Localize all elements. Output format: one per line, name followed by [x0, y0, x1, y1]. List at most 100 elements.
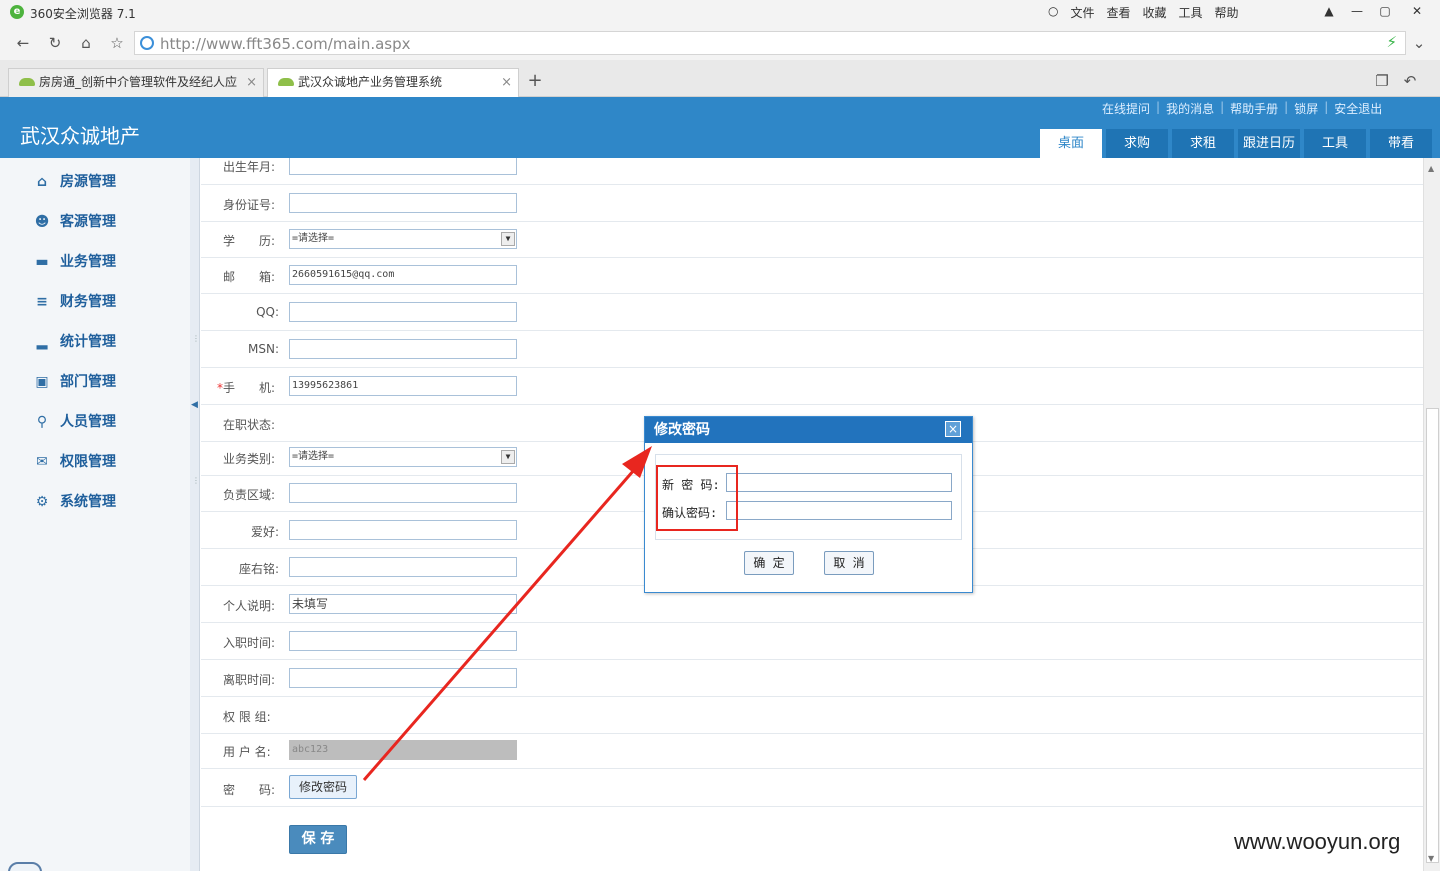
scrollbar[interactable]: ▲ ▼: [1423, 158, 1440, 871]
email-field[interactable]: 2660591615@qq.com: [289, 265, 517, 285]
sidebar-item-statistics[interactable]: ▂ 统计管理: [30, 331, 116, 353]
save-button[interactable]: 保 存: [289, 825, 347, 854]
maximize-button[interactable]: ▢: [1372, 0, 1398, 22]
msn-field[interactable]: [289, 339, 517, 359]
sidebar-item-listings[interactable]: ⌂ 房源管理: [30, 171, 116, 193]
back-icon[interactable]: ←: [12, 32, 34, 54]
motto-field[interactable]: [289, 557, 517, 577]
user-icon[interactable]: ○: [1048, 4, 1058, 21]
link-online-question[interactable]: 在线提问: [1096, 100, 1156, 117]
browser-tab-1[interactable]: 房房通_创新中介管理软件及经纪人应 ×: [8, 68, 264, 97]
browser-tab-2[interactable]: 武汉众诚地产业务管理系统 ×: [267, 68, 519, 98]
field-label: 身份证号:: [223, 198, 276, 212]
brand-title: 武汉众诚地产: [20, 124, 140, 148]
region-field[interactable]: [289, 483, 517, 503]
qq-field[interactable]: [289, 302, 517, 322]
app-header: 武汉众诚地产 在线提问 | 我的消息 | 帮助手册 | 锁屏 | 安全退出 桌面 求购 …: [0, 97, 1440, 158]
restore-tabs-icon[interactable]: ❐: [1372, 72, 1392, 92]
tab-purchase[interactable]: 求购: [1106, 129, 1168, 158]
star-icon[interactable]: ☆: [106, 32, 128, 54]
link-lock-screen[interactable]: 锁屏: [1288, 100, 1324, 117]
description-field[interactable]: 未填写: [289, 594, 517, 614]
sidebar-item-clients[interactable]: ☻ 客源管理: [30, 211, 116, 233]
form-row: 学 历: =请选择= ▼: [201, 221, 1423, 258]
watermark: www.wooyun.org: [1234, 829, 1401, 854]
chat-icon: ✉: [36, 454, 48, 470]
scrollbar-thumb[interactable]: [1426, 408, 1439, 863]
refresh-icon[interactable]: ↻: [44, 32, 66, 54]
business-type-select[interactable]: =请选择= ▼: [289, 447, 517, 467]
tab-tools[interactable]: 工具: [1304, 129, 1366, 158]
tab-followup-calendar[interactable]: 跟进日历: [1238, 129, 1300, 158]
sidebar-item-label: 人员管理: [60, 414, 116, 430]
chevron-down-icon[interactable]: ▼: [501, 450, 515, 464]
home-nav-icon[interactable]: ⌂: [75, 32, 97, 54]
hobby-field[interactable]: [289, 520, 517, 540]
ok-button[interactable]: 确 定: [744, 551, 794, 575]
new-password-input[interactable]: [726, 473, 952, 492]
id-number-field[interactable]: [289, 193, 517, 213]
sidebar-item-finance[interactable]: ≡ 财务管理: [30, 291, 116, 313]
sidebar-item-business[interactable]: ▬ 业务管理: [30, 251, 116, 273]
undo-close-icon[interactable]: ↶: [1400, 72, 1420, 92]
select-value: =请选择=: [292, 233, 335, 244]
chevron-down-icon[interactable]: ▼: [501, 232, 515, 246]
field-label: 在职状态:: [223, 418, 276, 432]
confirm-password-input[interactable]: [726, 501, 952, 520]
field-label: 出生年月:: [223, 160, 276, 174]
link-help-manual[interactable]: 帮助手册: [1224, 100, 1284, 117]
birth-date-field[interactable]: [289, 158, 517, 175]
cancel-button[interactable]: 取 消: [824, 551, 874, 575]
bolt-icon[interactable]: ⚡: [1386, 33, 1397, 51]
sidebar-item-label: 权限管理: [60, 454, 116, 470]
home-icon: ⌂: [36, 174, 48, 190]
form-row: 用 户 名: abc123: [201, 732, 1423, 769]
hire-date-field[interactable]: [289, 631, 517, 651]
highlight-box: [656, 465, 738, 531]
browser-titlebar: e 360安全浏览器 7.1 ○ 文件 查看 收藏 工具 帮助 ▲ — ▢ ✕: [0, 0, 1440, 26]
field-label: 爱好:: [250, 525, 279, 539]
grip-icon: ⋮: [192, 476, 200, 485]
new-tab-button[interactable]: +: [524, 70, 546, 92]
scroll-down-icon[interactable]: ▼: [1428, 854, 1434, 863]
mobile-field[interactable]: 13995623861: [289, 376, 517, 396]
url-field[interactable]: http://www.fft365.com/main.aspx ⚡: [134, 31, 1406, 55]
collapse-arrow-icon[interactable]: ◀: [191, 400, 198, 410]
tab-label: 武汉众诚地产业务管理系统: [298, 75, 443, 89]
minimize-button[interactable]: —: [1344, 0, 1370, 22]
tab-showing[interactable]: 带看: [1370, 129, 1432, 158]
field-label: *手 机:: [217, 379, 275, 396]
close-tab-icon[interactable]: ×: [501, 69, 512, 96]
skin-icon[interactable]: ▲: [1316, 0, 1342, 22]
tab-rent[interactable]: 求租: [1172, 129, 1234, 158]
form-row: QQ:: [201, 294, 1423, 331]
menu-file[interactable]: 文件: [1070, 4, 1094, 21]
tab-desktop[interactable]: 桌面: [1040, 129, 1102, 158]
close-window-button[interactable]: ✕: [1404, 0, 1430, 22]
close-icon[interactable]: ×: [945, 421, 961, 437]
menu-favorites[interactable]: 收藏: [1143, 4, 1167, 21]
education-select[interactable]: =请选择= ▼: [289, 229, 517, 249]
sidebar-item-departments[interactable]: ▣ 部门管理: [30, 371, 116, 393]
menu-help[interactable]: 帮助: [1215, 4, 1239, 21]
tab-favicon-icon: [278, 78, 294, 86]
sidebar-splitter[interactable]: ⋮ ◀ ⋮: [190, 158, 200, 871]
sidebar-item-staff[interactable]: ⚲ 人员管理: [30, 411, 116, 433]
sidebar-item-label: 部门管理: [60, 374, 116, 390]
close-tab-icon[interactable]: ×: [242, 69, 257, 96]
chevron-down-icon[interactable]: ⌄: [1408, 32, 1430, 54]
field-label: 密 码:: [223, 783, 276, 797]
paperclip-icon: ⚲: [36, 414, 48, 430]
link-logout[interactable]: 安全退出: [1328, 100, 1388, 117]
browser-tab-bar: 房房通_创新中介管理软件及经纪人应 × 武汉众诚地产业务管理系统 × + ❐ ↶: [0, 60, 1440, 98]
field-label: 个人说明:: [223, 599, 276, 613]
menu-tools[interactable]: 工具: [1179, 4, 1203, 21]
leave-date-field[interactable]: [289, 668, 517, 688]
sidebar-item-permissions[interactable]: ✉ 权限管理: [30, 451, 116, 473]
link-my-messages[interactable]: 我的消息: [1160, 100, 1220, 117]
menu-view[interactable]: 查看: [1107, 4, 1131, 21]
sidebar-item-system[interactable]: ⚙ 系统管理: [30, 491, 116, 513]
field-label-text: 手 机:: [223, 381, 276, 395]
change-password-button[interactable]: 修改密码: [289, 775, 357, 799]
scroll-up-icon[interactable]: ▲: [1428, 164, 1434, 173]
